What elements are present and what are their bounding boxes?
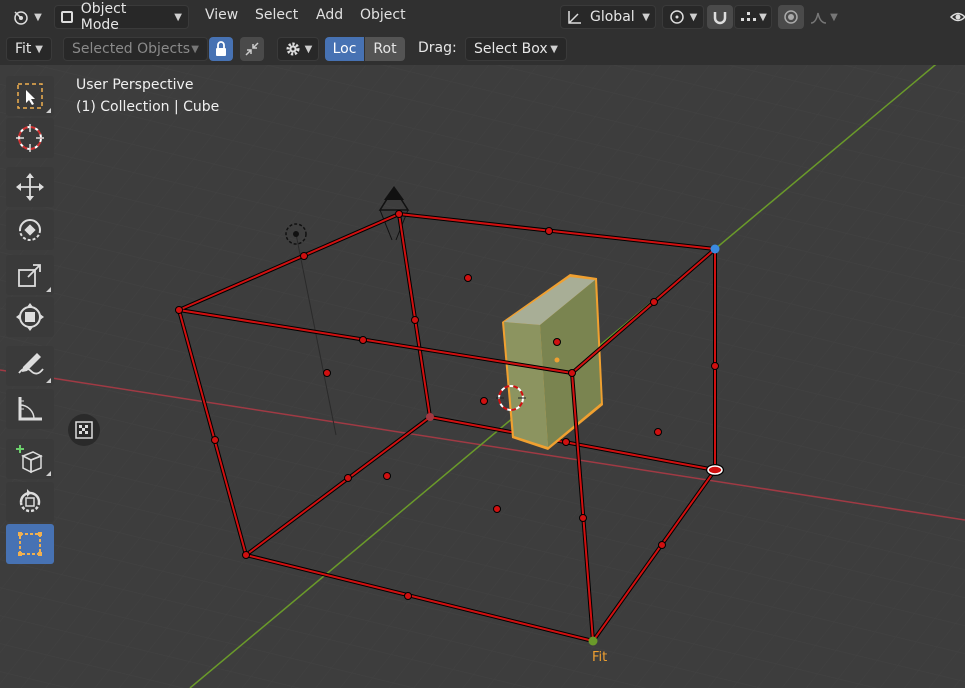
cage-corner-blue[interactable] — [710, 244, 720, 254]
viewport-header: ▼ Object Mode ▼ View Select Add Object G… — [0, 0, 965, 33]
lock-icon — [216, 41, 226, 56]
chevron-down-icon: ▼ — [174, 11, 182, 23]
cage-scale-icon — [18, 532, 42, 556]
tool-menu-corner — [46, 378, 51, 383]
rot-toggle[interactable]: Rot — [365, 37, 405, 61]
ruler-icon — [18, 397, 42, 421]
object-mode-icon — [61, 11, 73, 23]
tool-annotate[interactable] — [6, 346, 54, 386]
floor-grid — [0, 65, 965, 688]
cage-corner-back[interactable] — [426, 413, 434, 421]
pivot-fit-label: Fit — [15, 41, 32, 57]
mode-dropdown[interactable]: Object Mode ▼ — [54, 1, 189, 33]
falloff-curve-icon — [811, 12, 827, 24]
chevron-down-icon: ▼ — [689, 11, 698, 23]
chevron-down-icon: ▼ — [191, 43, 199, 55]
lock-toggle[interactable] — [209, 37, 233, 61]
tool-transform-cage[interactable] — [6, 482, 54, 522]
add-cube-icon — [16, 445, 43, 474]
tool-measure[interactable] — [6, 389, 54, 429]
toggle-camera-view-button[interactable] — [68, 414, 100, 446]
drag-dropdown[interactable]: Select Box ▼ — [465, 37, 567, 61]
tool-add-cube[interactable] — [6, 439, 54, 479]
affect-label: Selected Objects — [72, 41, 191, 57]
tool-transform[interactable] — [6, 297, 54, 337]
orientation-label: Global — [590, 9, 635, 25]
chevron-down-icon: ▼ — [550, 43, 558, 55]
drag-value-label: Select Box — [474, 41, 548, 57]
menu-object[interactable]: Object — [360, 7, 406, 23]
tool-select-box[interactable] — [6, 76, 54, 116]
cursor-icon — [16, 124, 44, 152]
snap-increment-icon — [741, 12, 757, 21]
chevron-down-icon: ▼ — [34, 11, 42, 23]
snap-toggle[interactable] — [707, 5, 733, 29]
loc-toggle[interactable]: Loc — [325, 37, 364, 61]
mode-label: Object Mode — [80, 1, 127, 33]
eye-icon — [950, 12, 965, 22]
orientation-icon — [568, 11, 581, 24]
grid-pattern-icon — [75, 421, 93, 439]
gizmo-fit-label: Fit — [592, 650, 607, 665]
rotate-icon — [19, 219, 41, 241]
cage-corner-green[interactable] — [588, 636, 598, 646]
cage-pivot-handle[interactable] — [706, 464, 724, 476]
select-box-icon — [17, 83, 43, 109]
tool-menu-corner — [46, 471, 51, 476]
snap-target-dropdown[interactable]: ▼ — [734, 5, 772, 29]
shrink-toggle[interactable] — [240, 37, 264, 61]
chevron-down-icon: ▼ — [830, 11, 838, 23]
pivot-point-dropdown[interactable]: ▼ — [662, 5, 704, 29]
pencil-icon — [18, 353, 44, 375]
transform-icon — [16, 303, 44, 331]
object-origin — [554, 357, 560, 363]
chevron-down-icon: ▼ — [35, 43, 43, 55]
tool-rotate[interactable] — [6, 210, 54, 250]
tool-menu-corner — [46, 108, 51, 113]
drag-label: Drag: — [418, 40, 457, 56]
tool-options-dropdown[interactable]: ▼ — [277, 37, 319, 61]
magnet-icon — [713, 12, 727, 25]
view-name: User Perspective — [76, 77, 194, 93]
tool-move[interactable] — [6, 167, 54, 207]
move-arrows-icon — [16, 173, 44, 201]
tool-cursor[interactable] — [6, 118, 54, 158]
tool-menu-corner — [46, 287, 51, 292]
editor-type-button[interactable]: ▼ — [6, 5, 48, 29]
tool-settings-bar: Fit ▼ Selected Objects ▼ ▼ Loc Rot Drag:… — [0, 33, 965, 65]
menu-select[interactable]: Select — [255, 7, 298, 23]
cage-rotate-icon — [19, 489, 41, 513]
proportional-edit-icon — [784, 10, 798, 24]
gear-icon — [286, 42, 300, 56]
chevron-down-icon: ▼ — [304, 43, 313, 55]
scale-icon — [18, 264, 41, 287]
pivot-icon — [669, 10, 684, 24]
visibility-button[interactable] — [950, 5, 965, 29]
affect-dropdown[interactable]: Selected Objects ▼ — [63, 37, 208, 61]
menu-view[interactable]: View — [205, 7, 238, 23]
tool-scale[interactable] — [6, 255, 54, 295]
chevron-down-icon: ▼ — [642, 11, 650, 23]
pivot-fit-dropdown[interactable]: Fit ▼ — [6, 37, 52, 61]
falloff-dropdown[interactable]: ▼ — [806, 5, 842, 29]
editor-type-icon — [14, 11, 28, 25]
shrink-arrows-icon — [245, 42, 259, 56]
menu-add[interactable]: Add — [316, 7, 343, 23]
collection-info: (1) Collection | Cube — [76, 99, 220, 115]
tool-cage-scale[interactable] — [6, 524, 54, 564]
proportional-edit-toggle[interactable] — [778, 5, 804, 29]
transform-orientation-dropdown[interactable]: Global ▼ — [560, 5, 656, 29]
chevron-down-icon: ▼ — [759, 11, 767, 23]
